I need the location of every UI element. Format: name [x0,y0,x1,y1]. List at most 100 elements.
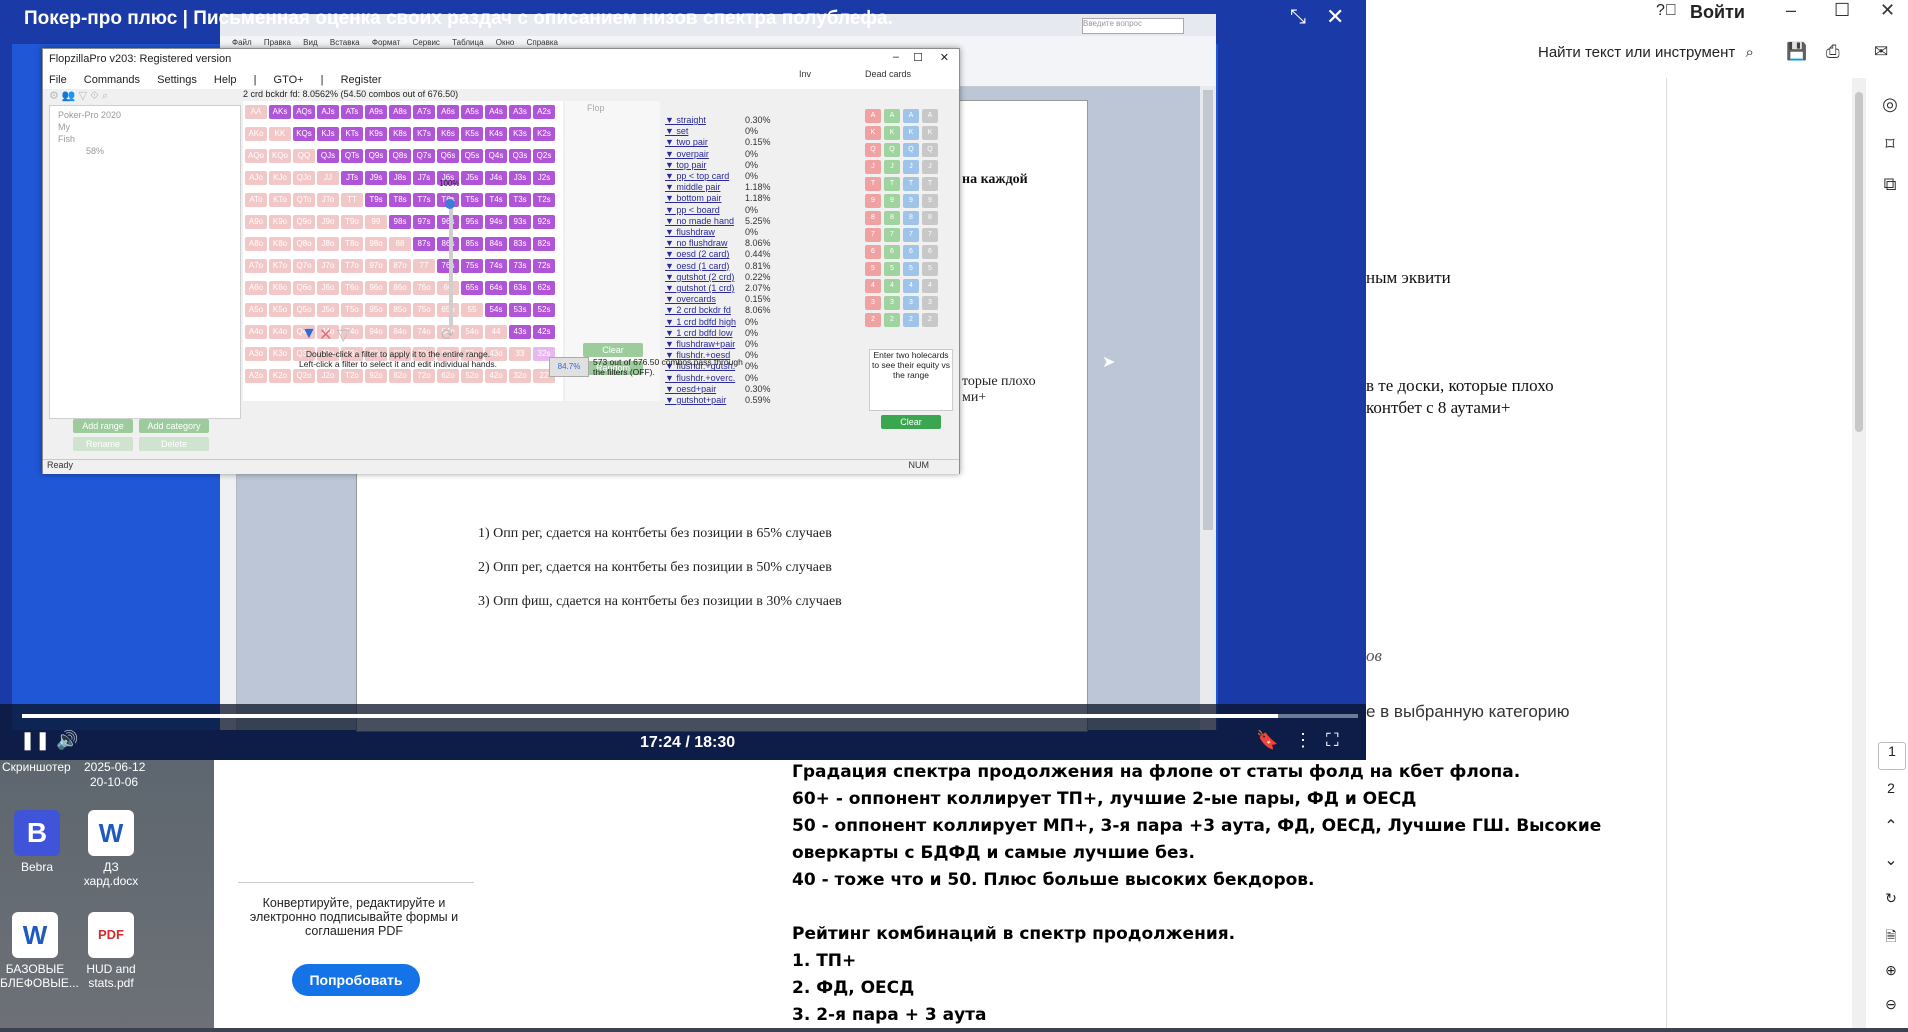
hand-cell[interactable]: A7o [245,259,267,273]
hand-cell[interactable]: A9o [245,215,267,229]
stat-row[interactable]: ▼ set 0% [665,126,758,136]
hand-cell[interactable]: 52o [461,369,483,383]
hand-cell[interactable]: KTo [269,193,291,207]
hand-cell[interactable]: ATo [245,193,267,207]
hand-cell[interactable]: 85s [461,237,483,251]
menu-register[interactable]: Register [341,74,382,86]
hand-cell[interactable]: 65o [437,303,459,317]
hand-cell[interactable]: A5o [245,303,267,317]
range-slider-track[interactable] [449,197,453,327]
hand-cell[interactable]: A2s [533,105,555,119]
word-menu-item[interactable]: Файл [232,38,252,47]
refresh-icon[interactable]: ⟳ [441,325,454,345]
dead-card[interactable]: T [903,177,919,191]
pause-icon[interactable]: ❚❚ [20,730,50,751]
hand-cell[interactable]: K2o [269,369,291,383]
hand-cell[interactable]: K7o [269,259,291,273]
hand-cell[interactable]: 54s [485,303,507,317]
rename-button[interactable]: Rename [73,437,133,451]
hand-cell[interactable]: QTs [341,149,363,163]
hand-cell[interactable]: AKs [269,105,291,119]
bookmark-icon[interactable]: 🔖 [1256,730,1278,751]
hand-cell[interactable]: TT [341,193,363,207]
stat-row[interactable]: ▼ flushdraw 0% [665,227,758,237]
hand-cell[interactable]: JJ [317,171,339,185]
range-slider-handle[interactable] [445,199,455,209]
word-ask-box[interactable]: Введите вопрос [1082,18,1184,34]
stat-row[interactable]: ▼ two pair 0.15% [665,137,771,147]
dead-card[interactable]: T [884,177,900,191]
stat-row[interactable]: ▼ pp < board 0% [665,205,758,215]
word-menu-item[interactable]: Вставка [330,38,360,47]
dead-card[interactable]: 8 [865,211,881,225]
hand-cell[interactable]: 73s [509,259,531,273]
hand-cell[interactable]: A6s [437,105,459,119]
word-menu-item[interactable]: Вид [303,38,317,47]
dead-card[interactable]: 8 [922,211,938,225]
hand-cell[interactable]: Q7s [413,149,435,163]
hand-cell[interactable]: 72s [533,259,555,273]
hand-cell[interactable]: 72o [413,369,435,383]
hand-cell[interactable]: J8o [317,237,339,251]
dead-card[interactable]: 2 [865,313,881,327]
hand-cell[interactable]: 43s [509,325,531,339]
word-menu-item[interactable]: Сервис [413,38,440,47]
hand-cell[interactable]: KQo [269,149,291,163]
dead-card[interactable]: K [903,126,919,140]
hand-cell[interactable]: 44 [485,325,507,339]
zoom-out-icon[interactable]: ⊖ [1878,996,1904,1022]
dead-card[interactable]: K [884,126,900,140]
tool-search[interactable]: Найти текст или инструмент ⌕ [1538,44,1754,61]
stat-row[interactable]: ▼ gutshot (1 crd) 2.07% [665,283,771,293]
hand-cell[interactable]: AJs [317,105,339,119]
hand-cell[interactable]: 96s [437,215,459,229]
hand-cell[interactable]: T6o [341,281,363,295]
hand-cell[interactable]: A3s [509,105,531,119]
hand-cell[interactable]: KTs [341,127,363,141]
stat-row[interactable]: ▼ 1 crd bdfd high 0% [665,317,758,327]
dead-card[interactable]: 6 [903,245,919,259]
dead-card[interactable]: T [922,177,938,191]
add-category-button[interactable]: Add category [139,419,209,433]
dead-card[interactable]: 9 [884,194,900,208]
maximize-icon[interactable]: ☐ [913,51,923,64]
hand-cell[interactable]: 95o [365,303,387,317]
hand-cell[interactable]: J2s [533,171,555,185]
stat-row[interactable]: ▼ bottom pair 1.18% [665,193,771,203]
desktop-icon-pdf[interactable]: PDF HUD and stats.pdf [76,912,146,990]
hand-cell[interactable]: 97o [365,259,387,273]
bookmark-icon[interactable]: ⌑ [1876,130,1904,158]
dead-card[interactable]: 6 [922,245,938,259]
dead-card[interactable]: 4 [884,279,900,293]
hand-cell[interactable]: 82o [389,369,411,383]
hand-cell[interactable]: 87s [413,237,435,251]
dead-card[interactable]: 8 [903,211,919,225]
remove-filter-icon[interactable]: ✕ [319,325,332,345]
hand-cell[interactable]: K5s [461,127,483,141]
dead-card[interactable]: 4 [865,279,881,293]
dead-card[interactable]: 7 [922,228,938,242]
hand-cell[interactable]: 99 [365,215,387,229]
hand-cell[interactable]: 42o [485,369,507,383]
hand-cell[interactable]: 54o [461,325,483,339]
hand-cell[interactable]: AJo [245,171,267,185]
dead-card[interactable]: 5 [922,262,938,276]
hand-cell[interactable]: 64s [485,281,507,295]
hand-cell[interactable]: J9s [365,171,387,185]
hand-cell[interactable]: K4s [485,127,507,141]
hand-cell[interactable]: K8s [389,127,411,141]
hand-cell[interactable]: JTs [341,171,363,185]
dead-card[interactable]: 9 [903,194,919,208]
filter-outline-icon[interactable]: ▽ [337,325,349,345]
hand-cell[interactable]: 53s [509,303,531,317]
close-icon[interactable]: ✕ [1326,4,1344,30]
dead-card[interactable]: 5 [865,262,881,276]
desktop-icon-docx[interactable]: W БАЗОВЫЕ БЛЕФОВЫЕ... [0,912,79,990]
hand-cell[interactable]: Q2o [293,369,315,383]
stat-row[interactable]: ▼ middle pair 1.18% [665,182,771,192]
comment-icon[interactable]: ◎ [1876,90,1904,118]
stat-row[interactable]: ▼ pp < top card 0% [665,171,758,181]
hand-cell[interactable]: T8o [341,237,363,251]
hand-cell[interactable]: QTo [293,193,315,207]
hand-cell[interactable]: Q5o [293,303,315,317]
